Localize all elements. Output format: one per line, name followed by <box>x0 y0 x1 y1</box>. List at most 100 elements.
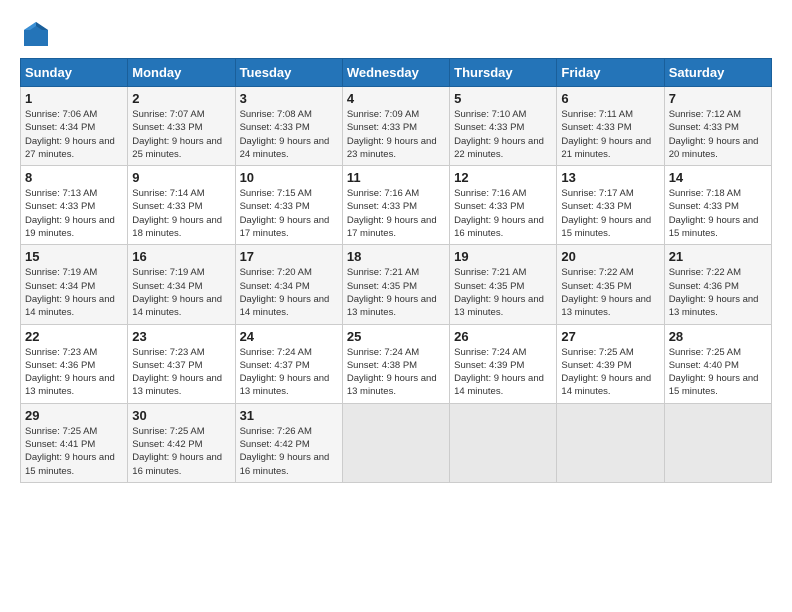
day-info: Sunrise: 7:14 AMSunset: 4:33 PMDaylight:… <box>132 187 230 240</box>
calendar-week-row: 29 Sunrise: 7:25 AMSunset: 4:41 PMDayligh… <box>21 403 772 482</box>
day-info: Sunrise: 7:24 AMSunset: 4:37 PMDaylight:… <box>240 346 338 399</box>
calendar-cell: 10Sunrise: 7:15 AMSunset: 4:33 PMDayligh… <box>235 166 342 245</box>
day-number: 3 <box>240 91 338 106</box>
calendar-cell: 7 Sunrise: 7:12 AMSunset: 4:33 PMDaylight… <box>664 87 771 166</box>
day-number: 25 <box>347 329 445 344</box>
logo <box>20 20 56 48</box>
calendar-cell: 24 Sunrise: 7:24 AMSunset: 4:37 PMDayligh… <box>235 324 342 403</box>
calendar-cell: 25 Sunrise: 7:24 AMSunset: 4:38 PMDayligh… <box>342 324 449 403</box>
day-number: 6 <box>561 91 659 106</box>
day-number: 20 <box>561 249 659 264</box>
day-info: Sunrise: 7:25 AMSunset: 4:41 PMDaylight:… <box>25 425 123 478</box>
calendar-week-row: 8 Sunrise: 7:13 AMSunset: 4:33 PMDaylight… <box>21 166 772 245</box>
day-info: Sunrise: 7:22 AMSunset: 4:36 PMDaylight:… <box>669 266 767 319</box>
logo-icon <box>20 20 52 48</box>
calendar-cell <box>450 403 557 482</box>
day-number: 21 <box>669 249 767 264</box>
day-number: 22 <box>25 329 123 344</box>
calendar-cell <box>557 403 664 482</box>
day-number: 19 <box>454 249 552 264</box>
weekday-header-thursday: Thursday <box>450 59 557 87</box>
day-number: 27 <box>561 329 659 344</box>
day-number: 12 <box>454 170 552 185</box>
day-number: 4 <box>347 91 445 106</box>
day-info: Sunrise: 7:19 AMSunset: 4:34 PMDaylight:… <box>25 266 123 319</box>
weekday-header-friday: Friday <box>557 59 664 87</box>
day-info: Sunrise: 7:13 AMSunset: 4:33 PMDaylight:… <box>25 187 123 240</box>
day-info: Sunrise: 7:21 AMSunset: 4:35 PMDaylight:… <box>454 266 552 319</box>
day-number: 9 <box>132 170 230 185</box>
calendar-cell: 29 Sunrise: 7:25 AMSunset: 4:41 PMDayligh… <box>21 403 128 482</box>
day-info: Sunrise: 7:08 AMSunset: 4:33 PMDaylight:… <box>240 108 338 161</box>
day-number: 28 <box>669 329 767 344</box>
day-info: Sunrise: 7:23 AMSunset: 4:36 PMDaylight:… <box>25 346 123 399</box>
calendar-week-row: 1 Sunrise: 7:06 AMSunset: 4:34 PMDaylight… <box>21 87 772 166</box>
calendar-cell: 14 Sunrise: 7:18 AMSunset: 4:33 PMDayligh… <box>664 166 771 245</box>
calendar-cell: 26Sunrise: 7:24 AMSunset: 4:39 PMDayligh… <box>450 324 557 403</box>
calendar-cell <box>342 403 449 482</box>
day-info: Sunrise: 7:25 AMSunset: 4:40 PMDaylight:… <box>669 346 767 399</box>
calendar-cell: 31Sunrise: 7:26 AMSunset: 4:42 PMDayligh… <box>235 403 342 482</box>
calendar-cell: 30Sunrise: 7:25 AMSunset: 4:42 PMDayligh… <box>128 403 235 482</box>
day-info: Sunrise: 7:24 AMSunset: 4:39 PMDaylight:… <box>454 346 552 399</box>
calendar-table: SundayMondayTuesdayWednesdayThursdayFrid… <box>20 58 772 483</box>
day-number: 1 <box>25 91 123 106</box>
day-number: 7 <box>669 91 767 106</box>
calendar-cell: 18 Sunrise: 7:21 AMSunset: 4:35 PMDayligh… <box>342 245 449 324</box>
day-info: Sunrise: 7:21 AMSunset: 4:35 PMDaylight:… <box>347 266 445 319</box>
day-number: 30 <box>132 408 230 423</box>
day-info: Sunrise: 7:11 AMSunset: 4:33 PMDaylight:… <box>561 108 659 161</box>
calendar-cell: 8 Sunrise: 7:13 AMSunset: 4:33 PMDaylight… <box>21 166 128 245</box>
day-number: 5 <box>454 91 552 106</box>
weekday-header-wednesday: Wednesday <box>342 59 449 87</box>
day-number: 23 <box>132 329 230 344</box>
day-number: 14 <box>669 170 767 185</box>
weekday-header-sunday: Sunday <box>21 59 128 87</box>
day-info: Sunrise: 7:12 AMSunset: 4:33 PMDaylight:… <box>669 108 767 161</box>
day-number: 17 <box>240 249 338 264</box>
day-number: 10 <box>240 170 338 185</box>
day-info: Sunrise: 7:24 AMSunset: 4:38 PMDaylight:… <box>347 346 445 399</box>
day-number: 18 <box>347 249 445 264</box>
day-info: Sunrise: 7:07 AMSunset: 4:33 PMDaylight:… <box>132 108 230 161</box>
calendar-cell: 5 Sunrise: 7:10 AMSunset: 4:33 PMDaylight… <box>450 87 557 166</box>
weekday-header-saturday: Saturday <box>664 59 771 87</box>
calendar-cell: 6 Sunrise: 7:11 AMSunset: 4:33 PMDaylight… <box>557 87 664 166</box>
calendar-cell <box>664 403 771 482</box>
day-number: 2 <box>132 91 230 106</box>
header <box>20 20 772 48</box>
weekday-header-monday: Monday <box>128 59 235 87</box>
day-info: Sunrise: 7:26 AMSunset: 4:42 PMDaylight:… <box>240 425 338 478</box>
day-info: Sunrise: 7:20 AMSunset: 4:34 PMDaylight:… <box>240 266 338 319</box>
day-info: Sunrise: 7:06 AMSunset: 4:34 PMDaylight:… <box>25 108 123 161</box>
calendar-cell: 23Sunrise: 7:23 AMSunset: 4:37 PMDayligh… <box>128 324 235 403</box>
calendar-cell: 4 Sunrise: 7:09 AMSunset: 4:33 PMDaylight… <box>342 87 449 166</box>
calendar-cell: 9 Sunrise: 7:14 AMSunset: 4:33 PMDaylight… <box>128 166 235 245</box>
calendar-cell: 1 Sunrise: 7:06 AMSunset: 4:34 PMDaylight… <box>21 87 128 166</box>
calendar-cell: 16 Sunrise: 7:19 AMSunset: 4:34 PMDayligh… <box>128 245 235 324</box>
calendar-cell: 22 Sunrise: 7:23 AMSunset: 4:36 PMDayligh… <box>21 324 128 403</box>
calendar-cell: 17 Sunrise: 7:20 AMSunset: 4:34 PMDayligh… <box>235 245 342 324</box>
weekday-header-tuesday: Tuesday <box>235 59 342 87</box>
day-info: Sunrise: 7:18 AMSunset: 4:33 PMDaylight:… <box>669 187 767 240</box>
calendar-cell: 19 Sunrise: 7:21 AMSunset: 4:35 PMDayligh… <box>450 245 557 324</box>
calendar-cell: 27 Sunrise: 7:25 AMSunset: 4:39 PMDayligh… <box>557 324 664 403</box>
calendar-cell: 11Sunrise: 7:16 AMSunset: 4:33 PMDayligh… <box>342 166 449 245</box>
day-number: 8 <box>25 170 123 185</box>
calendar-week-row: 15 Sunrise: 7:19 AMSunset: 4:34 PMDayligh… <box>21 245 772 324</box>
calendar-cell: 3 Sunrise: 7:08 AMSunset: 4:33 PMDaylight… <box>235 87 342 166</box>
day-number: 16 <box>132 249 230 264</box>
day-info: Sunrise: 7:17 AMSunset: 4:33 PMDaylight:… <box>561 187 659 240</box>
day-info: Sunrise: 7:10 AMSunset: 4:33 PMDaylight:… <box>454 108 552 161</box>
day-info: Sunrise: 7:16 AMSunset: 4:33 PMDaylight:… <box>347 187 445 240</box>
day-number: 24 <box>240 329 338 344</box>
day-number: 29 <box>25 408 123 423</box>
day-info: Sunrise: 7:25 AMSunset: 4:39 PMDaylight:… <box>561 346 659 399</box>
day-number: 15 <box>25 249 123 264</box>
calendar-cell: 21 Sunrise: 7:22 AMSunset: 4:36 PMDayligh… <box>664 245 771 324</box>
calendar-cell: 2 Sunrise: 7:07 AMSunset: 4:33 PMDaylight… <box>128 87 235 166</box>
calendar-cell: 12Sunrise: 7:16 AMSunset: 4:33 PMDayligh… <box>450 166 557 245</box>
day-info: Sunrise: 7:19 AMSunset: 4:34 PMDaylight:… <box>132 266 230 319</box>
weekday-header-row: SundayMondayTuesdayWednesdayThursdayFrid… <box>21 59 772 87</box>
day-info: Sunrise: 7:09 AMSunset: 4:33 PMDaylight:… <box>347 108 445 161</box>
